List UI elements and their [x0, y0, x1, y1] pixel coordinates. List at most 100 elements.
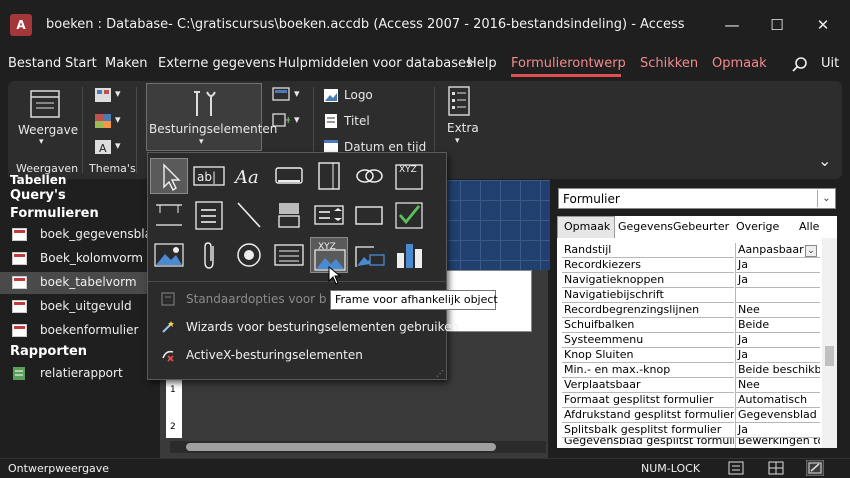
extra-button[interactable]: Extra	[447, 121, 479, 135]
tab-externe-gegevens[interactable]: Externe gegevens	[158, 56, 276, 71]
property-scrollbar[interactable]	[822, 238, 837, 448]
property-row[interactable]: Verplaatsbaar Nee	[562, 378, 820, 393]
select-tool[interactable]	[150, 158, 188, 194]
nav-section-formulieren[interactable]: Formulieren	[10, 206, 99, 221]
property-value[interactable]: Automatisch	[735, 393, 820, 408]
view-icon[interactable]	[30, 90, 60, 118]
tab-gebeurtenis[interactable]: Gebeurter	[673, 220, 729, 233]
nav-section-querys[interactable]: Query's	[10, 188, 66, 203]
chart-tool[interactable]	[350, 237, 388, 273]
resize-grip-icon[interactable]: ⋰	[436, 369, 444, 378]
maximize-button[interactable]: ☐	[757, 10, 797, 40]
chevron-down-icon[interactable]: ▾	[115, 139, 121, 152]
design-view-icon[interactable]	[806, 460, 824, 476]
line-tool[interactable]	[230, 197, 268, 233]
property-row[interactable]: Schuifbalken Beide	[562, 318, 820, 333]
chevron-down-icon[interactable]: ▾	[115, 113, 121, 126]
property-row[interactable]: Randstijl Aanpasbaar	[562, 243, 820, 258]
tab-opmaak[interactable]: Opmaak	[557, 216, 615, 238]
collapse-ribbon-icon[interactable]: ⌄	[818, 151, 831, 170]
property-row[interactable]: Formaat gesplitst formulier Automatisch	[562, 393, 820, 408]
tab-help[interactable]: Help	[467, 56, 497, 71]
tab-control-tool[interactable]	[310, 158, 348, 194]
property-row[interactable]: Afdrukstand gesplitst formulier Gegevensb…	[562, 408, 820, 423]
nav-item[interactable]: relatierapport	[0, 363, 158, 385]
subform-tool[interactable]	[270, 237, 308, 273]
theme-icon[interactable]	[94, 87, 112, 103]
attachment-tool[interactable]	[190, 237, 228, 273]
button-tool[interactable]	[270, 158, 308, 194]
property-value[interactable]: Beide beschikbaar	[735, 363, 820, 378]
wizards-item[interactable]: Wizards voor besturingselementen gebruik…	[186, 320, 459, 334]
close-button[interactable]: ✕	[803, 10, 843, 40]
minimize-button[interactable]: —	[712, 10, 752, 40]
property-row[interactable]: Knop Sluiten Ja	[562, 348, 820, 363]
checkbox-tool[interactable]	[390, 197, 428, 233]
property-row[interactable]: Recordbegrenzingslijnen Nee	[562, 303, 820, 318]
property-value[interactable]: Ja	[735, 423, 820, 438]
property-value[interactable]: Ja	[735, 258, 820, 273]
tab-start[interactable]: Start	[65, 56, 97, 71]
title-button[interactable]: Titel	[344, 114, 370, 128]
colors-icon[interactable]	[94, 113, 112, 129]
property-value[interactable]: Beide	[735, 318, 820, 333]
scrollbar-thumb[interactable]	[186, 443, 496, 451]
property-value[interactable]: Nee	[735, 378, 820, 393]
chevron-down-icon[interactable]: ⌄	[817, 190, 835, 207]
search-icon[interactable]	[792, 57, 808, 73]
label-tool[interactable]: Aa	[230, 158, 268, 194]
nav-item[interactable]: boekenformulier	[0, 320, 158, 342]
chart-bar-tool[interactable]	[390, 237, 428, 273]
form-view-icon[interactable]	[728, 461, 744, 475]
horizontal-scrollbar[interactable]	[170, 441, 546, 453]
property-value[interactable]: Nee	[735, 303, 820, 318]
property-row[interactable]: Systeemmenu Ja	[562, 333, 820, 348]
rectangle-tool[interactable]	[350, 197, 388, 233]
textbox-tool[interactable]: ab|	[190, 158, 228, 194]
add-fields-icon[interactable]: +	[272, 113, 290, 127]
property-row[interactable]: Min.- en max.-knopBeide beschikbaar	[562, 363, 820, 378]
property-row[interactable]: Navigatieknoppen Ja	[562, 273, 820, 288]
property-value[interactable]: Ja	[735, 333, 820, 348]
nav-item[interactable]: boek_uitgevuld	[0, 296, 158, 318]
property-value[interactable]: Gegevensblad boven	[735, 408, 820, 423]
layout-view-icon[interactable]	[768, 461, 784, 475]
tab-schikken[interactable]: Schikken	[640, 56, 698, 71]
nav-item-selected[interactable]: boek_tabelvorm	[0, 272, 158, 294]
object-selector[interactable]: Formulier ⌄	[558, 188, 836, 209]
listbox-tool[interactable]	[310, 197, 348, 233]
property-row[interactable]: Gegevensblad gesplitst formulier Bewerkin…	[562, 438, 820, 448]
tab-bestand[interactable]: Bestand	[8, 56, 61, 71]
tab-overige[interactable]: Overige	[736, 220, 779, 233]
navigation-tool[interactable]	[150, 197, 188, 233]
option-group-tool[interactable]	[190, 197, 228, 233]
option-button-tool[interactable]	[230, 237, 268, 273]
nav-section-tabellen[interactable]: Tabellen	[10, 173, 66, 187]
view-button[interactable]: Weergave	[18, 123, 78, 137]
tab-alle[interactable]: Alle	[799, 220, 819, 233]
scrollbar-thumb[interactable]	[825, 346, 834, 366]
toggle-button-tool[interactable]	[270, 197, 308, 233]
nav-item[interactable]: boek_gegevensblad	[0, 224, 160, 246]
logo-button[interactable]: Logo	[344, 88, 373, 102]
tab-uit[interactable]: Uit	[821, 56, 839, 71]
chevron-down-icon[interactable]: ▾	[294, 87, 300, 100]
property-value[interactable]: Bewerkingen toestaan	[735, 438, 820, 448]
fonts-icon[interactable]: A	[94, 139, 112, 155]
nav-item[interactable]: Boek_kolomvorm	[0, 248, 158, 270]
tab-opmaak[interactable]: Opmaak	[712, 56, 767, 71]
property-row[interactable]: Navigatiebijschrift	[562, 288, 820, 303]
property-row[interactable]: Splitsbalk gesplitst formulier Ja	[562, 423, 820, 438]
property-value[interactable]: Ja	[735, 273, 820, 288]
insert-image-icon[interactable]	[272, 87, 290, 101]
image-tool[interactable]	[150, 237, 188, 273]
property-value[interactable]	[735, 288, 820, 303]
property-value[interactable]: Ja	[735, 348, 820, 363]
tab-gegevens[interactable]: Gegevens	[618, 220, 673, 233]
tab-hulpmiddelen[interactable]: Hulpmiddelen voor databases	[278, 56, 473, 71]
web-browser-tool[interactable]: XYZ	[390, 158, 428, 194]
chevron-down-icon[interactable]: ⌄	[805, 245, 817, 257]
nav-section-rapporten[interactable]: Rapporten	[10, 344, 87, 359]
chevron-down-icon[interactable]: ▾	[115, 87, 121, 100]
controls-button[interactable]: Besturingselementen ▾	[146, 83, 277, 151]
